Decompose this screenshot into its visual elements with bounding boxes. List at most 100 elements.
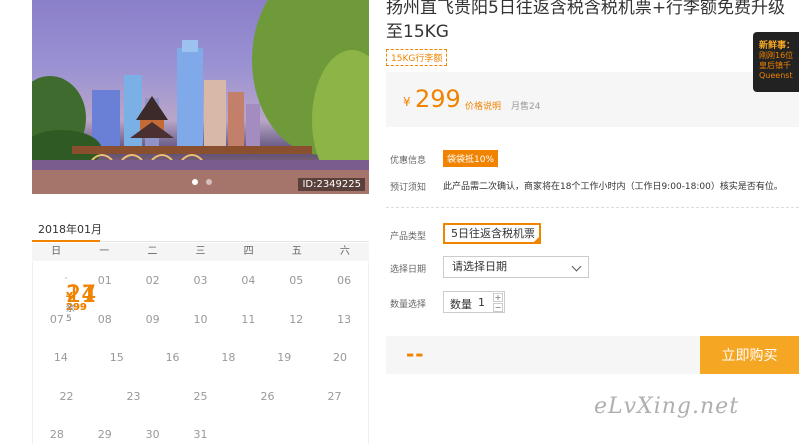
calendar-grid: 01 02 03 04 05 06 07 08 09 10 11 12 13 14 15 16 17 ¥ 299 余… (32, 262, 369, 444)
quantity-label: 数量选择 (390, 300, 427, 310)
day-number: 30 (145, 428, 160, 441)
calendar-day: 25 (167, 378, 234, 417)
calendar-day: 20 (312, 339, 368, 378)
day-number: 11 (241, 312, 256, 326)
calendar-day: 16 (145, 339, 201, 378)
product-type-option[interactable]: 5日往返含税机票 (443, 223, 541, 244)
notice-label: 预订须知 (390, 183, 427, 193)
calendar-month-tab[interactable]: 2018年01月 (38, 221, 102, 237)
day-number: 26 (260, 389, 275, 403)
date-label: 选择日期 (390, 265, 427, 275)
day-number: 28 (49, 428, 64, 441)
day-number: 13 (337, 312, 352, 326)
weekday-label: 二 (147, 246, 158, 257)
day-number: 31 (193, 428, 208, 441)
calendar-day: 23 (100, 378, 167, 417)
calendar-week-row: 14 15 16 17 ¥ 299 余5 18 19 20 (33, 277, 368, 378)
news-popup-title: 新鲜事： (759, 41, 796, 51)
calendar-day: 14 (33, 339, 89, 378)
city-skyline-image (32, 0, 369, 194)
chevron-down-icon (571, 261, 582, 272)
calendar-day: 06 (320, 262, 368, 301)
buy-bar: -- 立即购买 (386, 336, 799, 374)
calendar-day: 18 (200, 339, 256, 378)
calendar-day: 19 (256, 339, 312, 378)
calendar-day: 11 (224, 301, 272, 340)
calendar-empty-cell (224, 416, 272, 444)
quantity-stepper[interactable]: 数量 1 + − (443, 291, 505, 313)
news-popup-line: 刚刚16位 (759, 51, 794, 60)
product-type-text: 5日往返含税机票 (451, 227, 535, 240)
day-number: 16 (165, 351, 180, 364)
day-number: 25 (193, 389, 208, 403)
news-popup-line: Queenst (759, 71, 793, 80)
calendar-day: 03 (177, 262, 225, 301)
buy-now-button[interactable]: 立即购买 (700, 336, 799, 374)
weekday-label: 一 (99, 246, 110, 257)
product-photo[interactable]: ID:2349225 (32, 0, 369, 194)
calendar-day: 28 (33, 416, 81, 444)
monthly-sales: 月售24 (511, 102, 541, 112)
calendar-day-available[interactable]: 24 ¥ 299 余5 (65, 277, 97, 324)
day-number: 22 (59, 389, 74, 403)
day-number: 23 (126, 389, 141, 403)
calendar-day: 30 (129, 416, 177, 444)
date-select-placeholder: 请选择日期 (452, 260, 507, 273)
carousel-dots (192, 179, 212, 185)
day-number: 02 (145, 274, 160, 287)
day-number: 07 (49, 312, 64, 326)
day-number: 06 (337, 274, 352, 287)
price-value: 299 (415, 85, 461, 113)
day-number: 04 (241, 274, 256, 287)
selected-corner-icon (533, 236, 540, 243)
day-number: 08 (97, 312, 112, 326)
watermark: eLvXing.net (594, 394, 740, 419)
carousel-dot-2[interactable] (206, 179, 212, 185)
quantity-decrease-button[interactable]: − (493, 303, 503, 312)
day-number: 19 (277, 351, 292, 364)
product-type-label: 产品类型 (390, 232, 427, 242)
calendar-day: 10 (177, 301, 225, 340)
calendar-header: 2018年01月 (32, 219, 369, 242)
quantity-prefix: 数量 (450, 298, 472, 311)
calendar-day: 02 (129, 262, 177, 301)
price-box: ¥ 299 价格说明 月售24 (386, 72, 799, 127)
day-number: 05 (289, 274, 304, 287)
calendar-empty-cell (320, 416, 368, 444)
weekday-label: 六 (339, 246, 350, 257)
calendar-day: 29 (81, 416, 129, 444)
calendar-day: 04 (224, 262, 272, 301)
weekday-label: 日 (51, 246, 62, 257)
product-title: 扬州直飞贵阳5日往返含税含税机票+行李额免费升级至15KG (386, 0, 786, 42)
day-number: 27 (327, 389, 342, 403)
image-id-label: ID:2349225 (298, 178, 365, 191)
weekday-label: 四 (243, 246, 254, 257)
day-number: 15 (109, 351, 124, 364)
divider (386, 207, 799, 208)
day-number: 18 (221, 351, 236, 364)
carousel-dot-1[interactable] (192, 179, 198, 185)
weekday-label: 五 (291, 246, 302, 257)
calendar-day: 27 (301, 378, 368, 417)
promo-label: 优惠信息 (390, 156, 427, 166)
day-number: 20 (333, 351, 348, 364)
quantity-value[interactable]: 1 (478, 296, 485, 309)
calendar-day: 13 (320, 301, 368, 340)
promo-badge: 袋袋抵10% (443, 150, 499, 167)
month-tab-underline (32, 240, 100, 242)
calendar-day: 12 (272, 301, 320, 340)
date-select[interactable]: 请选择日期 (443, 256, 589, 278)
day-number: 12 (289, 312, 304, 326)
calendar-week-row: 28 29 30 31 (33, 416, 368, 444)
luggage-tag: 15KG行李额 (386, 49, 448, 66)
quantity-increase-button[interactable]: + (493, 293, 503, 302)
price-explanation-link[interactable]: 价格说明 (465, 99, 501, 112)
day-number: 14 (53, 351, 68, 364)
total-price: -- (406, 342, 425, 366)
day-number: 10 (193, 312, 208, 326)
booking-notice: 此产品需二次确认，商家将在18个工作小时内（工作日9:00-18:00）核实是否… (443, 182, 783, 192)
calendar-day: 22 (33, 378, 100, 417)
calendar-day: 31 (177, 416, 225, 444)
news-popup[interactable]: 新鲜事： 刚刚16位 皇后镇千 Queenst (753, 32, 799, 92)
weekday-label: 三 (195, 246, 206, 257)
